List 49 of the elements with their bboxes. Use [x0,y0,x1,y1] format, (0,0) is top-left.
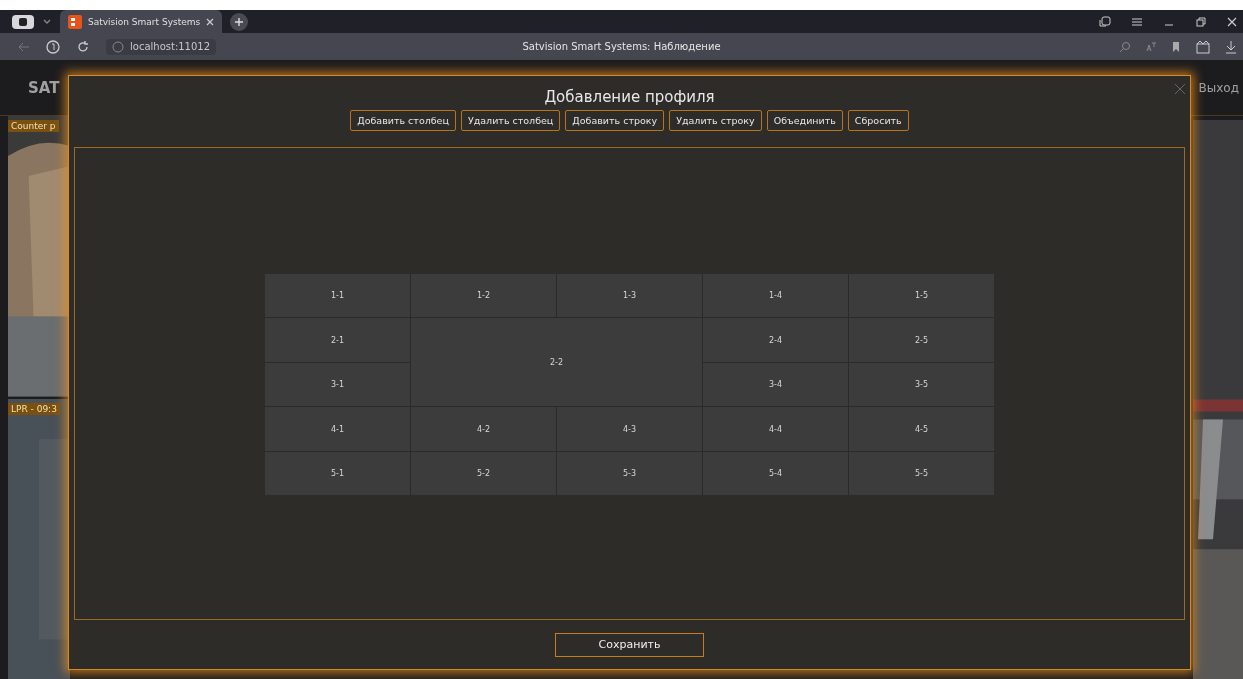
grid-cell[interactable]: 1-4 [703,273,848,318]
tabs-icon[interactable] [1099,15,1111,28]
camera-label: Counter p [8,120,59,132]
restore-icon[interactable] [1195,15,1207,28]
grid-cell[interactable]: 5-4 [703,451,848,496]
grid-cell[interactable]: 5-3 [557,451,702,496]
grid-cell[interactable]: 2-1 [265,318,410,362]
grid-cell[interactable]: 1-1 [265,273,410,318]
grid-cell[interactable]: 4-4 [703,407,848,451]
grid-cell[interactable]: 3-1 [265,362,410,407]
toolbar-button[interactable]: Добавить строку [565,110,665,131]
grid-cell[interactable]: 1-5 [849,273,994,318]
grid-cell[interactable]: 5-2 [411,451,556,496]
grid-cell[interactable]: 2-2 [411,318,702,407]
download-icon[interactable] [1225,39,1237,54]
toolbar-button[interactable]: Объединить [766,110,843,131]
grid-cell[interactable]: 4-1 [265,407,410,451]
grid-cell[interactable]: 5-1 [265,451,410,496]
grid-cell[interactable]: 4-2 [411,407,556,451]
browser-tab[interactable]: Satvision Smart Systems [60,10,223,33]
toolbar-button[interactable]: Сбросить [847,110,909,131]
logout-link[interactable]: Выход [1198,80,1239,95]
dialog-title: Добавление профиля [544,88,715,106]
globe-icon [112,40,124,53]
page-title: Satvision Smart Systems: Наблюдение [522,41,721,52]
new-tab-icon[interactable] [230,12,249,31]
grid-cell[interactable]: 3-4 [703,362,848,407]
bookmark-icon[interactable] [1171,40,1181,53]
logo-icon [68,14,82,29]
browser-logo-icon[interactable] [46,39,60,54]
address-field[interactable]: localhost:11012 [106,38,217,55]
grid-cell[interactable]: 4-3 [557,407,702,451]
menu-icon[interactable] [1131,16,1143,27]
save-button[interactable]: Сохранить [555,632,704,657]
grid-cell[interactable]: 2-5 [849,318,994,362]
grid-cell[interactable]: 4-5 [849,407,994,451]
grid-cell[interactable]: 2-4 [703,318,848,362]
toolbar-button[interactable]: Удалить строку [669,110,762,131]
chevron-icon[interactable] [42,17,52,26]
reload-icon[interactable] [76,39,90,54]
toolbar-button[interactable]: Удалить столбец [460,110,561,131]
grid-cell[interactable]: 1-3 [557,273,702,318]
translate-icon[interactable] [1145,40,1157,53]
grid-cell[interactable]: 5-5 [849,451,994,496]
app-logo: SAT [28,78,60,97]
toolbar-button[interactable]: Добавить столбец [350,110,456,131]
grid-cell[interactable]: 3-5 [849,362,994,407]
workspace-icon[interactable] [12,14,34,29]
grid-cell[interactable]: 1-2 [411,273,556,318]
